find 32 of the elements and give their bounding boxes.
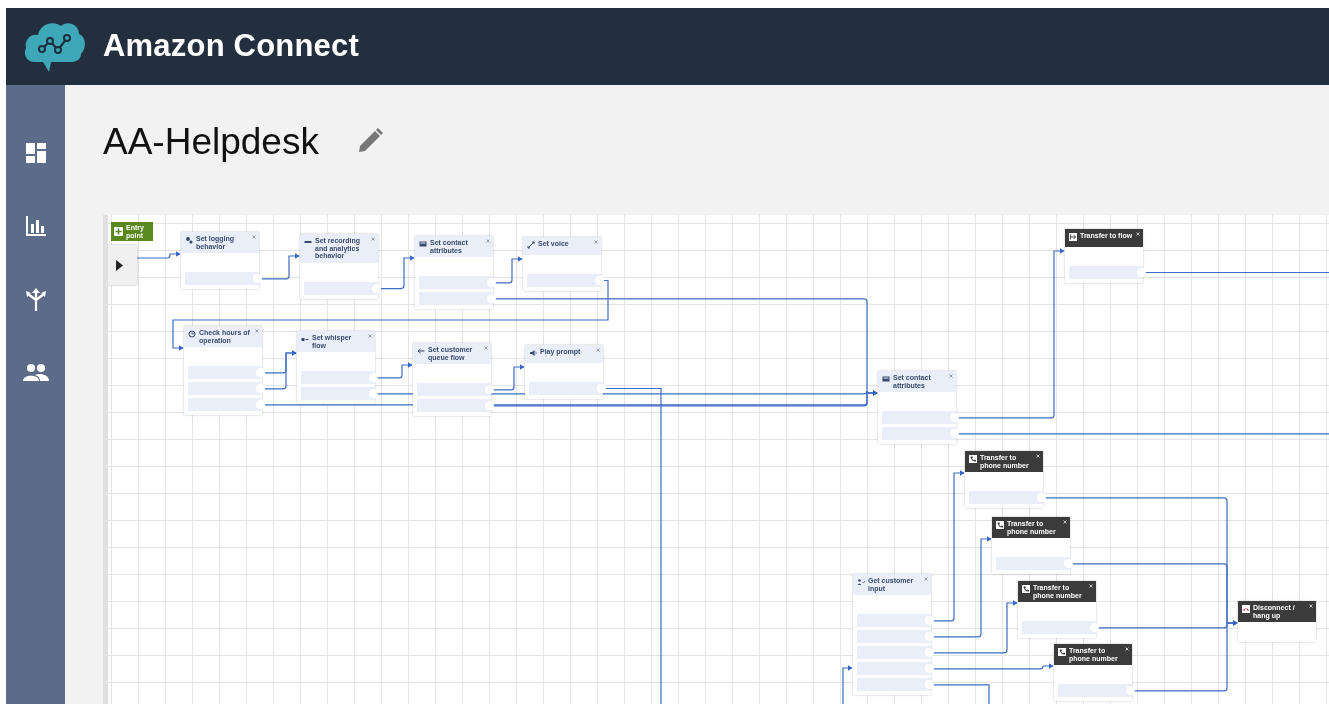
flow-title: AA-Helpdesk	[103, 122, 319, 160]
bar-chart-icon[interactable]	[24, 215, 47, 237]
app-name: Amazon Connect	[103, 27, 359, 66]
arrows-icon	[527, 241, 535, 249]
play-icon	[116, 259, 123, 271]
dashboard-icon[interactable]	[24, 142, 47, 164]
routing-icon[interactable]	[24, 288, 47, 312]
plus-icon	[114, 227, 123, 236]
phone-icon	[1058, 648, 1066, 656]
pencil-icon[interactable]	[356, 128, 383, 154]
output-port[interactable]	[1137, 268, 1146, 277]
phone-icon	[1022, 585, 1030, 593]
output-port[interactable]	[253, 274, 262, 284]
users-icon[interactable]	[22, 363, 49, 381]
connector-line	[136, 251, 181, 259]
output-port[interactable]	[372, 284, 381, 294]
output-port[interactable]	[597, 384, 606, 393]
output-port[interactable]	[1037, 493, 1046, 503]
connector-line	[842, 665, 853, 704]
output-port[interactable]	[595, 276, 604, 285]
output-port[interactable]	[1064, 559, 1073, 569]
card-icon	[882, 375, 890, 383]
arrow-icon	[417, 347, 425, 355]
phone-icon	[969, 455, 977, 463]
transfer-icon	[1069, 233, 1077, 241]
card-icon	[419, 240, 427, 248]
hang-up-icon	[1242, 605, 1250, 613]
output-port[interactable]	[1090, 623, 1099, 633]
clock-icon	[188, 330, 196, 338]
entry-start-box[interactable]	[108, 245, 137, 285]
output-port[interactable]	[1126, 686, 1135, 696]
phone-icon	[996, 521, 1004, 529]
